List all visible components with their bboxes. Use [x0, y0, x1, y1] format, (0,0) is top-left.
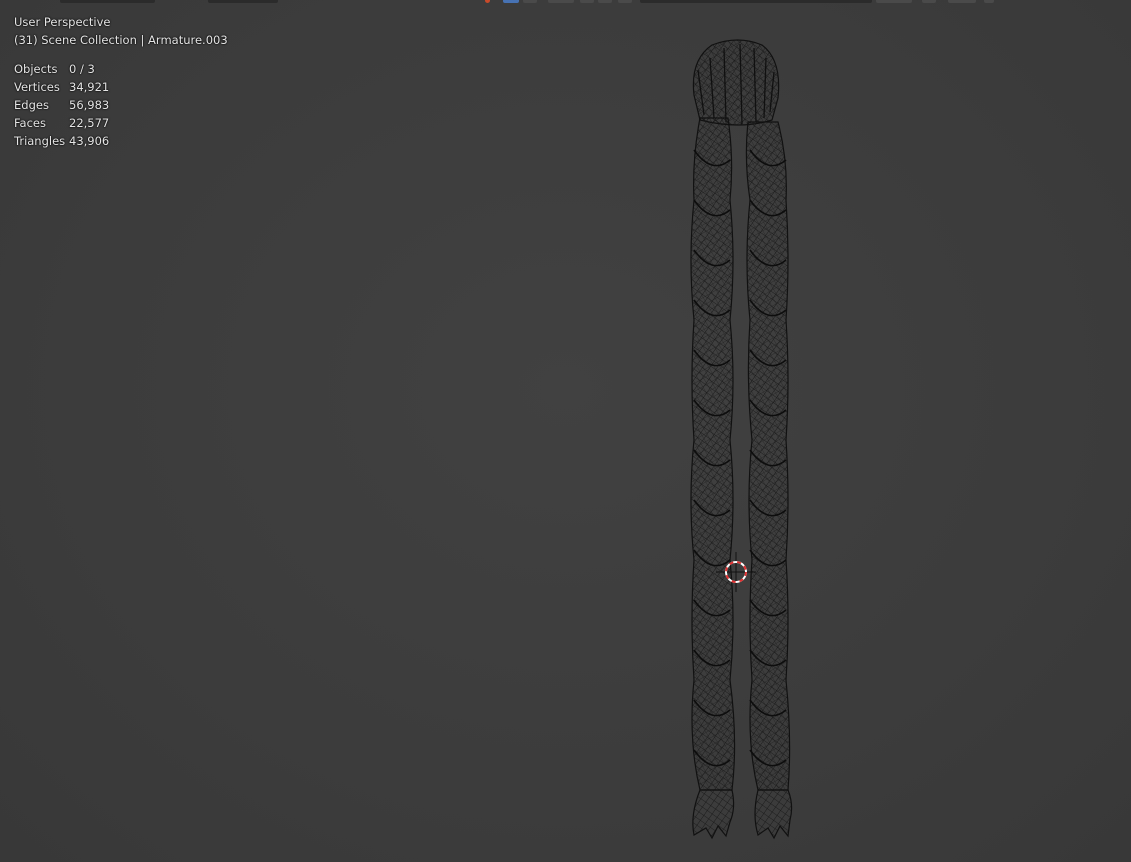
- hair-head: [692, 39, 780, 126]
- right-braid: [745, 121, 793, 840]
- hair-wireframe-mesh[interactable]: [0, 0, 1131, 862]
- left-braid: [690, 117, 736, 840]
- 3d-viewport[interactable]: User Perspective (31) Scene Collection |…: [0, 0, 1131, 862]
